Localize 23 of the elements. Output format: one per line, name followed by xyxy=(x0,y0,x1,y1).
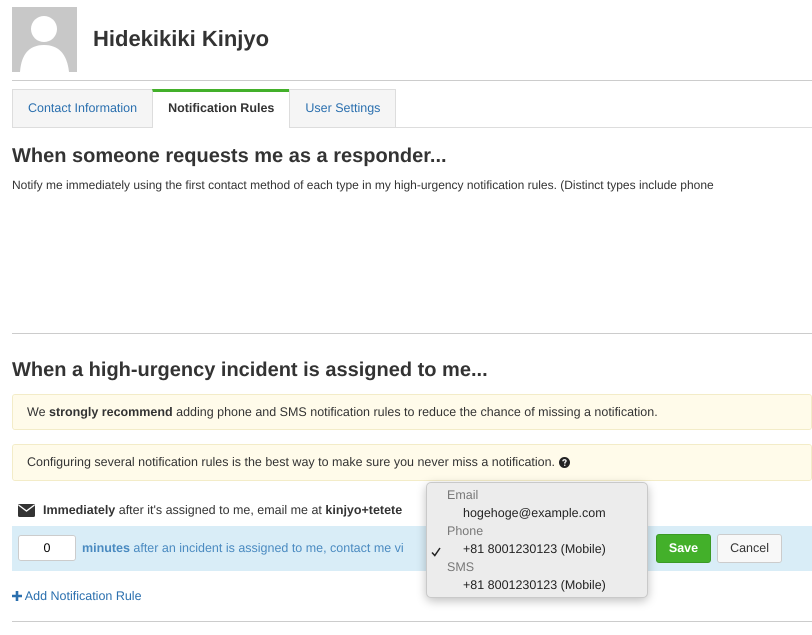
description-text: Notify me immediately using the first contact method of each type in my high-urgency notification rules. (Distinct types include phone xyxy=(12,176,714,194)
rule-text: minutes after an incident is assigned to me, contact me vi xyxy=(82,540,404,557)
user-name: Hidekikiki Kinjyo xyxy=(93,26,270,53)
add-rule-link[interactable]: Add Notification Rule xyxy=(12,588,142,602)
minutes-field[interactable]: 0 xyxy=(18,535,76,562)
rule-text: Immediately after it's assigned to me, email me at kinjyo+tetete xyxy=(43,502,402,519)
tab[interactable]: Contact Information xyxy=(12,89,154,127)
envelope-icon xyxy=(18,504,35,517)
menu-option[interactable]: +81 8001230123 (Mobile) xyxy=(427,540,647,558)
notice-text: Configuring several notification rules is the best way to make sure you never miss a notification. xyxy=(27,455,556,470)
section-heading: When a high-urgency incident is assigned to me... xyxy=(12,358,489,382)
plus-icon xyxy=(12,591,22,602)
menu-group-label: Email xyxy=(446,487,480,504)
menu-group-label: SMS xyxy=(446,559,476,576)
notice-text: We strongly recommend adding phone and SMS notification rules to reduce the chance of missing a notification. xyxy=(12,394,812,430)
help-icon[interactable] xyxy=(558,457,570,468)
menu-group-label: Phone xyxy=(446,523,484,540)
menu-option[interactable]: +81 8001230123 (Mobile) xyxy=(427,576,647,594)
tab[interactable]: Notification Rules xyxy=(152,89,290,128)
tab[interactable]: User Settings xyxy=(289,89,396,127)
menu-option[interactable]: hogehoge@example.com xyxy=(427,504,647,522)
cancel-button[interactable]: Cancel xyxy=(717,534,782,562)
section-heading: When someone requests me as a responder... xyxy=(12,144,448,168)
